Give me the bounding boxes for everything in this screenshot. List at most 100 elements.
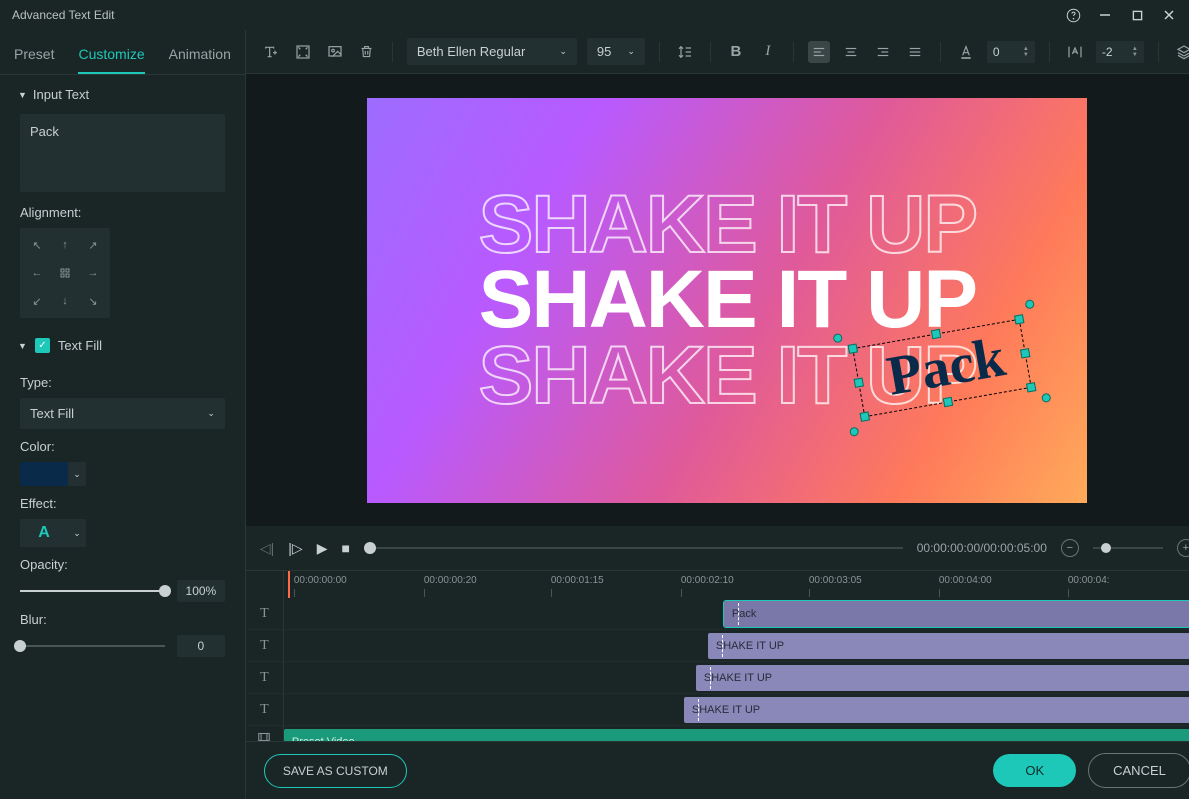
font-select[interactable]: Beth Ellen Regular ⌄ <box>407 38 577 65</box>
ruler-tick: 00:00:04: <box>1068 575 1110 586</box>
help-icon[interactable] <box>1065 7 1081 23</box>
align-tc[interactable]: ↑ <box>54 234 76 256</box>
blur-value[interactable]: 0 <box>177 635 225 657</box>
type-select[interactable]: Text Fill ⌄ <box>20 398 225 429</box>
cancel-button[interactable]: CANCEL <box>1088 753 1189 788</box>
track-lane[interactable]: SHAKE IT UP <box>284 694 1189 725</box>
fit-icon[interactable] <box>292 41 314 63</box>
track-icon-text: T <box>246 694 284 725</box>
text-fill-toggle[interactable]: ▼ ✓ Text Fill <box>0 330 245 361</box>
track-lane[interactable]: Preset Video <box>284 726 1189 741</box>
clip-video[interactable]: Preset Video <box>284 729 1189 741</box>
close-icon[interactable] <box>1161 7 1177 23</box>
text-fill-checkbox[interactable]: ✓ <box>35 338 50 353</box>
clip-pack[interactable]: Pack <box>724 601 1189 627</box>
tab-animation[interactable]: Animation <box>169 40 231 74</box>
playhead[interactable] <box>288 571 290 598</box>
timecode: 00:00:00:00/00:00:05:00 <box>917 541 1047 555</box>
font-value: Beth Ellen Regular <box>417 44 525 59</box>
chevron-down-icon: ⌄ <box>627 46 635 57</box>
track-icon-text: T <box>246 630 284 661</box>
next-frame-icon[interactable]: |▷ <box>288 540 302 557</box>
track-lane[interactable]: Pack <box>284 598 1189 629</box>
ruler[interactable]: 00:00:00:00 00:00:00:20 00:00:01:15 00:0… <box>284 571 1189 598</box>
section-input-text[interactable]: ▼ Input Text <box>0 75 245 110</box>
opacity-value[interactable]: 100% <box>177 580 225 602</box>
blur-label: Blur: <box>20 612 225 627</box>
align-center-icon[interactable] <box>840 41 862 63</box>
canvas[interactable]: SHAKE IT UP SHAKE IT UP SHAKE IT UP Pack <box>367 98 1087 503</box>
align-br[interactable]: ↘ <box>82 290 104 312</box>
track-lane[interactable]: SHAKE IT UP <box>284 662 1189 693</box>
play-icon[interactable]: ▶ <box>317 540 328 557</box>
align-mc[interactable] <box>54 262 76 284</box>
align-justify-icon[interactable] <box>904 41 926 63</box>
blur-slider[interactable] <box>20 645 165 647</box>
canvas-line1[interactable]: SHAKE IT UP <box>479 187 976 262</box>
playbar: ◁| |▷ ▶ ■ 00:00:00:00/00:00:05:00 − + <box>246 526 1189 570</box>
ruler-tick: 00:00:03:05 <box>809 575 862 586</box>
align-bl[interactable]: ↙ <box>26 290 48 312</box>
timeline: 00:00:00:00 00:00:00:20 00:00:01:15 00:0… <box>246 570 1189 741</box>
align-ml[interactable]: ← <box>26 262 48 284</box>
align-right-icon[interactable] <box>872 41 894 63</box>
letter-spacing-icon[interactable] <box>1064 41 1086 63</box>
clip-text[interactable]: SHAKE IT UP <box>696 665 1189 691</box>
bold-icon[interactable]: B <box>725 41 747 63</box>
layers-icon[interactable] <box>1173 41 1189 63</box>
image-icon[interactable] <box>324 41 346 63</box>
effect-label: Effect: <box>20 496 225 511</box>
text-color-icon[interactable] <box>955 41 977 63</box>
zoom-out-icon[interactable]: − <box>1061 539 1079 557</box>
titlebar: Advanced Text Edit <box>0 0 1189 30</box>
track-icon-video <box>246 726 284 741</box>
size-value: 95 <box>597 44 611 59</box>
spacing-value: -2 <box>1102 45 1113 59</box>
align-tr[interactable]: ↗ <box>82 234 104 256</box>
align-mr[interactable]: → <box>82 262 104 284</box>
alignment-grid: ↖ ↑ ↗ ← → ↙ ↓ ↘ <box>20 228 110 318</box>
align-left-icon[interactable] <box>808 41 830 63</box>
ruler-tick: 00:00:00:00 <box>294 575 347 586</box>
add-text-icon[interactable] <box>260 41 282 63</box>
tab-preset[interactable]: Preset <box>14 40 54 74</box>
maximize-icon[interactable] <box>1129 7 1145 23</box>
size-select[interactable]: 95 ⌄ <box>587 38 645 65</box>
chevron-down-icon: ⌄ <box>207 408 215 419</box>
clip-text[interactable]: SHAKE IT UP <box>708 633 1189 659</box>
minimize-icon[interactable] <box>1097 7 1113 23</box>
italic-icon[interactable]: I <box>757 41 779 63</box>
zoom-in-icon[interactable]: + <box>1177 539 1189 557</box>
sidebar: Preset Customize Animation ▼ Input Text … <box>0 30 246 799</box>
scrub-bar[interactable] <box>364 547 903 549</box>
delete-icon[interactable] <box>356 41 378 63</box>
tab-customize[interactable]: Customize <box>78 40 144 74</box>
track-lane[interactable]: SHAKE IT UP <box>284 630 1189 661</box>
save-custom-button[interactable]: SAVE AS CUSTOM <box>264 754 407 788</box>
ruler-tick: 00:00:00:20 <box>424 575 477 586</box>
canvas-line2[interactable]: SHAKE IT UP <box>479 262 976 337</box>
zoom-slider[interactable] <box>1093 547 1163 549</box>
color-swatch[interactable] <box>20 462 68 486</box>
effect-dropdown[interactable]: ⌄ <box>68 519 86 547</box>
canvas-area[interactable]: SHAKE IT UP SHAKE IT UP SHAKE IT UP Pack <box>246 74 1189 526</box>
chevron-down-icon: ⌄ <box>559 46 567 57</box>
line-height-icon[interactable] <box>674 41 696 63</box>
stop-icon[interactable]: ■ <box>341 540 349 556</box>
ruler-tick: 00:00:04:00 <box>939 575 992 586</box>
prev-frame-icon[interactable]: ◁| <box>260 540 274 557</box>
footer: SAVE AS CUSTOM OK CANCEL <box>246 741 1189 799</box>
chevron-down-icon: ▼ <box>18 90 27 100</box>
ok-button[interactable]: OK <box>993 754 1076 787</box>
ruler-tick: 00:00:02:10 <box>681 575 734 586</box>
opacity-slider[interactable] <box>20 590 165 592</box>
align-tl[interactable]: ↖ <box>26 234 48 256</box>
effect-preview[interactable]: A <box>20 519 68 547</box>
color-label: Color: <box>20 439 225 454</box>
clip-text[interactable]: SHAKE IT UP <box>684 697 1189 723</box>
spacing-input[interactable]: -2 ▲▼ <box>1096 41 1144 63</box>
color-dropdown[interactable]: ⌄ <box>68 462 86 486</box>
input-text-field[interactable]: Pack <box>20 114 225 192</box>
rotation-input[interactable]: 0 ▲▼ <box>987 41 1035 63</box>
align-bc[interactable]: ↓ <box>54 290 76 312</box>
